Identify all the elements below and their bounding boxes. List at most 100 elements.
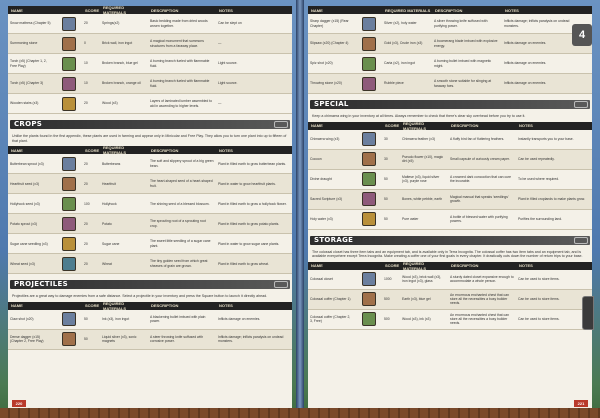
cell-description: The shining seed of a blessed blossom. (150, 201, 210, 206)
cell-notes: Inflicts damage on enemies. (504, 41, 547, 46)
table-row: Slipsaw (x20) (Chapter 4) Gold (x3), Crud… (308, 34, 592, 54)
cell-notes: Plant in water to grow sugar cane plants… (218, 241, 280, 246)
section-title: SPECIAL (314, 100, 349, 108)
cell-notes: To be used where required. (518, 176, 560, 181)
ornament-icon (574, 236, 588, 244)
cell-description: A smooth stone suitable for slinging at … (434, 79, 492, 88)
cell-description: A burning bullet imbued with magnetic mi… (434, 59, 492, 68)
cell-description: A steer throwing knife suffused with cor… (150, 335, 204, 344)
cell-materials: Broken branch, orange oil (102, 81, 141, 86)
cell-score: 20 (84, 241, 88, 246)
table-row: Divine draught 50 Maltese (x3), liquid sil… (308, 170, 592, 190)
cell-score: 20 (84, 101, 88, 106)
cell-notes: Inflicts damage; inflicts paralysis on u… (218, 335, 284, 344)
cell-notes: Light source. (218, 61, 238, 66)
cell-notes: Light source. (218, 81, 238, 86)
table-row: Dense dagger (x15) (Chapter 2, Free Play… (8, 329, 292, 350)
cell-materials: Rubble piece (384, 81, 404, 86)
cell-materials: Wheat (102, 261, 112, 266)
item-icon-cell (356, 212, 382, 227)
table-row: Sharp dagger (x15) (Rear Chapter) Silver … (308, 14, 592, 34)
item-icon-cell (356, 312, 382, 327)
item-icon-cell (356, 292, 382, 307)
item-icon (62, 216, 76, 231)
section-title: CROPS (14, 120, 43, 128)
cell-materials: Chimaera feather (x3) (402, 136, 435, 141)
cell-description: A magical monument that summons structur… (150, 39, 204, 48)
item-icon (62, 96, 76, 111)
cell-name: Claw shot (x20) (10, 317, 34, 322)
cell-notes: Inflicts damage on enemies. (504, 61, 547, 66)
cell-materials: Pseudo flower (x10), magic dirt (x5) (402, 154, 444, 164)
cell-materials: Springs(x2) (102, 21, 120, 26)
cell-score: 50 (384, 176, 388, 181)
cell-notes: Can be slept on (218, 21, 242, 26)
item-icon (362, 272, 376, 287)
cell-score: 1000 (384, 277, 392, 282)
table-header: NAME SCORE REQUIRED MATERIALS DESCRIPTIO… (308, 121, 592, 131)
cell-score: 20 (84, 161, 88, 166)
table-row: Sacred Scripture (x3) 50 Bones, white pebb… (308, 189, 592, 210)
table-body: Sharp dagger (x15) (Rear Chapter) Silver … (308, 14, 592, 94)
item-icon (62, 236, 76, 251)
cell-notes: Plant in water to grow heartfruit plants… (218, 181, 276, 186)
section-header-projectiles: PROJECTILES (8, 279, 292, 290)
table-body: Claw shot (x20) 50 Ink (x3), iron ingot A b… (8, 310, 292, 350)
table-row: Butterbean sprout (x3) 20 Butterbeans The s… (8, 154, 292, 175)
cell-name: Sacred Scripture (x3) (310, 196, 343, 201)
table-row: Colossal coffer (Chapter 2, 3, Free) 500 W… (308, 310, 592, 330)
table-row: Wooden stairs (x3) 20 Wood (x3) Layers of l… (8, 94, 292, 114)
cell-name: Summoning stone (10, 41, 38, 46)
cell-notes: — (218, 101, 222, 106)
ornament-icon (274, 281, 288, 289)
cell-score: 10 (84, 81, 88, 86)
item-icon (62, 156, 76, 171)
cell-notes: Inflicts damage on enemies. (218, 317, 261, 322)
cell-description: The soft and slippery sprout of a big gr… (150, 159, 214, 168)
item-icon-cell (56, 76, 82, 91)
cell-score: 50 (84, 337, 88, 342)
cell-materials: Broken branch, blue gel (102, 61, 138, 66)
cell-score: 500 (384, 297, 390, 302)
cell-name: Hollyhock seed (x3) (10, 201, 40, 206)
cell-name: Slipsaw (x20) (Chapter 4) (310, 41, 349, 46)
cell-materials: Wood (x3), brick wall (x3), iron ingot (… (402, 275, 442, 284)
table-body: Butterbean sprout (x3) 20 Butterbeans The s… (8, 154, 292, 275)
table-header: NAME SCORE REQUIRED MATERIALS DESCRIPTIO… (8, 301, 292, 311)
section-intro: Projectiles are a great way to damage en… (12, 294, 268, 299)
cell-description: A burning branch fueled with flammable f… (150, 79, 210, 88)
cell-description: A blackening bullet imbued with plain po… (150, 315, 206, 324)
item-icon-cell (56, 176, 82, 191)
section-intro: Keep a chimaera wing in your inventory a… (312, 114, 526, 118)
ornament-icon (574, 101, 588, 108)
col-name: NAME (11, 7, 23, 13)
cell-name: Throwing stone (x20) (310, 81, 342, 86)
table-row: Heartfruit seed (x3) 20 Heartfruit The hear… (8, 174, 292, 195)
cell-description: A sturdy dated closet expansive enough t… (450, 275, 514, 284)
page-number: 220 (12, 400, 26, 407)
table-row: Chimaera wing (x3) 30 Chimaera feather (x3… (308, 130, 592, 150)
cell-notes: Plant in filled croplands to make plants… (518, 196, 585, 201)
cell-name: Potato sprout (x3) (10, 221, 37, 226)
cell-notes: — (218, 41, 222, 46)
cell-materials: Butterbeans (102, 161, 121, 166)
cell-description: The heart-shaped seed of a heart-shaped … (150, 179, 213, 188)
cell-name: Wooden stairs (x3) (10, 101, 39, 106)
cell-notes: Can be used to store items. (518, 317, 560, 322)
item-icon-cell (356, 192, 382, 207)
table-row: Holy water (x3) 50 Pure water A bottle of b… (308, 210, 592, 230)
item-icon (362, 76, 376, 91)
cell-materials: Liquid silver (x3), sonic magnets (102, 335, 137, 344)
col-notes: NOTES (219, 7, 233, 13)
chapter-tab[interactable]: 4 (572, 24, 592, 46)
item-icon-cell (56, 216, 82, 231)
item-icon-cell (56, 312, 82, 327)
section-title: PROJECTILES (14, 280, 68, 289)
cell-materials: Wood (x3) (102, 101, 118, 106)
item-icon-cell (356, 36, 382, 51)
side-tab[interactable] (582, 296, 594, 330)
item-icon-cell (56, 156, 82, 171)
cell-name: Cocoon (310, 156, 322, 161)
cell-score: 100 (84, 201, 90, 206)
cell-name: Butterbean sprout (x3) (10, 161, 44, 166)
